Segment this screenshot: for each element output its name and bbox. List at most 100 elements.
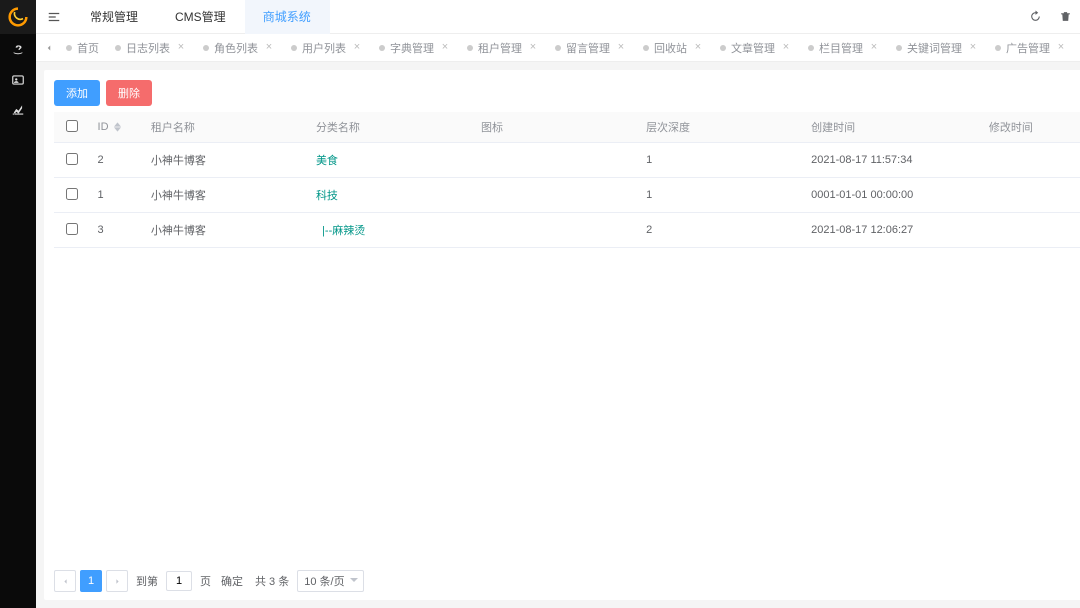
cell-id: 1 — [90, 178, 143, 213]
next-page-button[interactable] — [106, 570, 128, 592]
cell-id: 2 — [90, 143, 143, 178]
topmenu-item-cms[interactable]: CMS管理 — [157, 0, 245, 34]
select-all-checkbox[interactable] — [66, 120, 78, 132]
tab-dot-icon — [291, 45, 297, 51]
tab-4[interactable]: 字典管理 × — [371, 34, 459, 62]
goto-label: 到第 — [136, 573, 158, 589]
prev-page-button[interactable] — [54, 570, 76, 592]
goto-confirm-button[interactable]: 确定 — [221, 573, 243, 589]
add-button[interactable]: 添加 — [54, 80, 100, 106]
cell-icon — [473, 178, 638, 213]
tab-dot-icon — [115, 45, 121, 51]
close-icon[interactable]: × — [439, 42, 451, 54]
sort-icon[interactable] — [114, 122, 121, 132]
tab-1[interactable]: 日志列表× — [107, 34, 195, 62]
tab-9[interactable]: 栏目管理 × — [800, 34, 888, 62]
th-icon: 图标 — [481, 122, 503, 134]
tab-10[interactable]: 关键词管理 × — [888, 34, 987, 62]
data-table: ID 租户名称 分类名称 图标 层次深度 创建时间 修改时 — [54, 112, 1080, 248]
tab-scroll-left[interactable] — [40, 34, 58, 62]
tab-label: 字典管理 — [390, 40, 434, 56]
refresh-icon[interactable] — [1021, 0, 1051, 34]
topmenu-item-general[interactable]: 常规管理 — [72, 0, 157, 34]
tab-label: 留言管理 — [566, 40, 610, 56]
tab-dot-icon — [720, 45, 726, 51]
cell-category: |--麻辣烫 — [308, 213, 473, 248]
close-icon[interactable]: × — [780, 42, 792, 54]
tab-5[interactable]: 租户管理× — [459, 34, 547, 62]
tab-label: 角色列表 — [214, 40, 258, 56]
tab-7[interactable]: 回收站 × — [635, 34, 712, 62]
tab-dot-icon — [203, 45, 209, 51]
tab-label: 文章管理 — [731, 40, 775, 56]
sidebar — [0, 0, 36, 608]
cell-modified — [981, 213, 1080, 248]
close-icon[interactable]: × — [692, 42, 704, 54]
table-row: 1小神牛博客科技10001-01-01 00:00:00编辑删除 — [54, 178, 1080, 213]
delete-button[interactable]: 删除 — [106, 80, 152, 106]
goto-page-input[interactable] — [166, 571, 192, 591]
user-card-icon[interactable] — [0, 66, 36, 94]
close-icon[interactable]: × — [1055, 42, 1067, 54]
cell-icon — [473, 143, 638, 178]
cell-tenant: 小神牛博客 — [143, 178, 308, 213]
tab-label: 栏目管理 — [819, 40, 863, 56]
amazon-icon[interactable] — [0, 36, 36, 64]
tab-6[interactable]: 留言管理 × — [547, 34, 635, 62]
pagesize-select[interactable]: 10 条/页 — [297, 570, 363, 592]
category-link[interactable]: |--麻辣烫 — [316, 225, 365, 237]
category-link[interactable]: 美食 — [316, 155, 338, 167]
row-checkbox[interactable] — [66, 153, 78, 165]
menu-toggle-icon[interactable] — [36, 10, 72, 24]
top-menu: 常规管理 CMS管理 商城系统 — [72, 0, 330, 34]
category-link[interactable]: 科技 — [316, 190, 338, 202]
cell-depth: 2 — [638, 213, 803, 248]
page-unit: 页 — [200, 573, 211, 589]
cell-modified — [981, 143, 1080, 178]
tab-12[interactable]: 商品列表× — [1075, 34, 1080, 62]
tab-11[interactable]: 广告管理× — [987, 34, 1075, 62]
th-tenant: 租户名称 — [151, 122, 195, 134]
close-icon[interactable]: × — [967, 42, 979, 54]
table-row: 3小神牛博客 |--麻辣烫22021-08-17 12:06:27编辑删除 — [54, 213, 1080, 248]
tab-dot-icon — [467, 45, 473, 51]
tab-dot-icon — [66, 45, 72, 51]
close-icon[interactable]: × — [351, 42, 363, 54]
tab-label: 关键词管理 — [907, 40, 962, 56]
tab-dot-icon — [896, 45, 902, 51]
row-checkbox[interactable] — [66, 188, 78, 200]
topmenu-item-mall[interactable]: 商城系统 — [245, 0, 330, 34]
cell-depth: 1 — [638, 178, 803, 213]
th-category: 分类名称 — [316, 122, 360, 134]
total-label: 共 3 条 — [255, 573, 289, 589]
close-icon[interactable]: × — [175, 42, 187, 54]
cell-id: 3 — [90, 213, 143, 248]
table-row: 2小神牛博客美食12021-08-17 11:57:34编辑删除 — [54, 143, 1080, 178]
tab-label: 回收站 — [654, 40, 687, 56]
tab-3[interactable]: 用户列表× — [283, 34, 371, 62]
cell-modified — [981, 178, 1080, 213]
cell-tenant: 小神牛博客 — [143, 143, 308, 178]
tab-dot-icon — [379, 45, 385, 51]
toolbar: 添加 删除 — [54, 80, 1080, 106]
th-created: 创建时间 — [811, 122, 855, 134]
close-icon[interactable]: × — [527, 42, 539, 54]
cell-depth: 1 — [638, 143, 803, 178]
th-id: ID — [98, 121, 109, 133]
th-modified: 修改时间 — [989, 122, 1033, 134]
row-checkbox[interactable] — [66, 223, 78, 235]
tab-dot-icon — [555, 45, 561, 51]
cell-category: 美食 — [308, 143, 473, 178]
tab-8[interactable]: 文章管理 × — [712, 34, 800, 62]
close-icon[interactable]: × — [868, 42, 880, 54]
tab-2[interactable]: 角色列表 × — [195, 34, 283, 62]
delete-icon[interactable] — [1051, 0, 1080, 34]
tab-0[interactable]: 首页 — [58, 34, 107, 62]
page-1-button[interactable]: 1 — [80, 570, 102, 592]
cell-created: 2021-08-17 12:06:27 — [803, 213, 981, 248]
cell-category: 科技 — [308, 178, 473, 213]
close-icon[interactable]: × — [263, 42, 275, 54]
cell-icon — [473, 213, 638, 248]
chart-icon[interactable] — [0, 96, 36, 124]
close-icon[interactable]: × — [615, 42, 627, 54]
